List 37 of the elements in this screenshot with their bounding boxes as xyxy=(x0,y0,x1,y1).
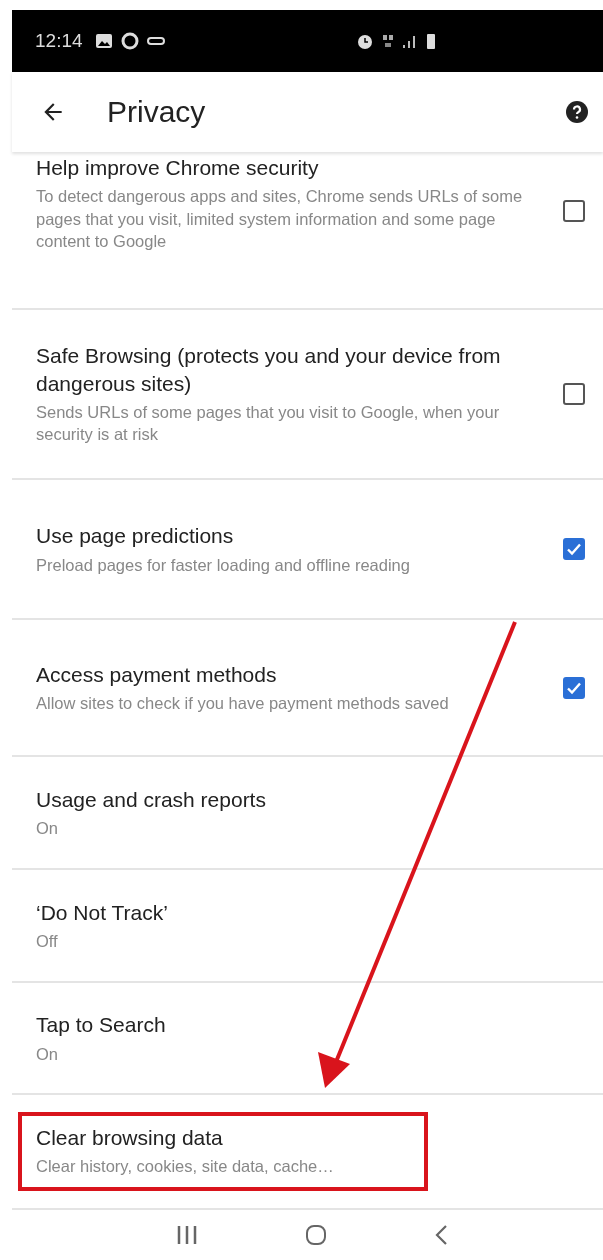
picture-icon xyxy=(94,33,113,49)
settings-item[interactable]: Clear browsing data Clear history, cookies, site data, cache… xyxy=(12,1095,603,1210)
checkbox[interactable] xyxy=(563,383,585,405)
help-icon[interactable] xyxy=(565,100,589,124)
settings-item[interactable]: Use page predictions Preload pages for faster loading and offline reading xyxy=(12,480,603,620)
item-title: ‘Do Not Track’ xyxy=(36,899,169,926)
item-summary: Sends URLs of some pages that you visit to Google, when your security is at risk xyxy=(36,402,501,446)
item-summary: Preload pages for faster loading and offline reading xyxy=(36,554,411,576)
screen-title: Privacy xyxy=(107,95,207,129)
item-summary: Allow sites to check if you have payment methods saved xyxy=(36,693,450,714)
battery-icon xyxy=(425,32,436,50)
item-title: Usage and crash reports xyxy=(36,786,267,813)
item-summary: Clear history, cookies, site data, cache… xyxy=(36,1156,335,1177)
settings-item[interactable]: Access payment methods Allow sites to check if you have payment methods saved xyxy=(12,620,603,757)
settings-item[interactable]: Safe Browsing (protects you and your device from dangerous sites) Sends URLs of some pages that you visit to Google, when your security is at risk xyxy=(12,310,603,480)
alarm-icon xyxy=(355,32,374,50)
checkbox[interactable] xyxy=(563,676,585,699)
item-summary: On xyxy=(36,1043,59,1065)
link-icon xyxy=(146,36,165,46)
item-summary: To detect dangerous apps and sites, Chrome sends URLs of some pages that you visit, limited system information and some page content to Google xyxy=(36,186,524,252)
item-title: Clear browsing data xyxy=(36,1124,224,1151)
home-icon[interactable] xyxy=(305,1224,328,1246)
item-summary: On xyxy=(36,818,59,839)
checkbox[interactable] xyxy=(563,200,585,222)
settings-item[interactable]: ‘Do Not Track’ Off xyxy=(12,870,603,983)
item-summary: Off xyxy=(36,931,59,952)
item-title: Access payment methods xyxy=(36,661,278,688)
item-title: Safe Browsing (protects you and your device from dangerous sites) xyxy=(36,343,502,397)
status-time: 12:14 xyxy=(35,30,83,52)
back-icon[interactable] xyxy=(433,1224,450,1246)
checkbox[interactable] xyxy=(563,538,585,560)
item-title: Tap to Search xyxy=(36,1012,167,1039)
item-title: Help improve Chrome security xyxy=(36,155,320,181)
settings-item[interactable]: Usage and crash reports On xyxy=(12,757,603,870)
signal-icon xyxy=(401,33,418,49)
item-title: Use page predictions xyxy=(36,523,235,550)
settings-item[interactable]: Help improve Chrome security To detect dangerous apps and sites, Chrome sends URLs of some pages that you visit, limited system information and some page content to Google xyxy=(12,152,603,310)
